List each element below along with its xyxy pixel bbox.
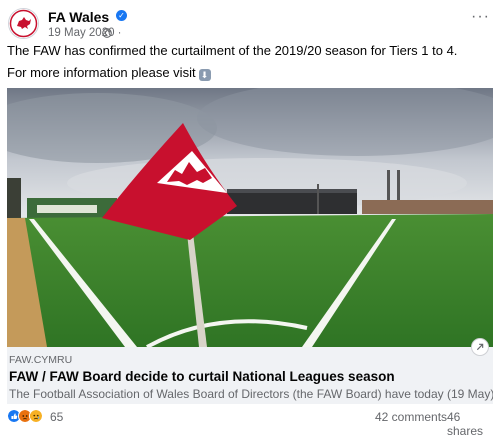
link-preview-caption[interactable]: FAW.CYMRU FAW / FAW Board decide to curt…	[7, 338, 493, 404]
post-header: FA Wales ✓ 19 May 2020 · ···	[8, 7, 494, 41]
reaction-count[interactable]: 65	[50, 410, 63, 424]
sad-reaction-icon	[29, 409, 43, 423]
post-text-visit: For more information please visit	[7, 65, 196, 80]
post-footer: 65 42 comments 46 shares	[7, 406, 493, 438]
post-text-line-2: For more information please visit ⬇	[7, 65, 211, 81]
down-arrow-emoji-icon: ⬇	[198, 69, 211, 81]
link-title[interactable]: FAW / FAW Board decide to curtail Nation…	[9, 369, 395, 384]
post-text-line-1: The FAW has confirmed the curtailment of…	[7, 43, 458, 58]
faw-logo-icon	[9, 9, 38, 38]
link-description: The Football Association of Wales Board …	[9, 387, 493, 401]
link-expand-icon[interactable]	[471, 338, 489, 356]
page-avatar[interactable]	[8, 8, 39, 39]
globe-icon	[102, 28, 112, 38]
page-name-link[interactable]: FA Wales	[48, 9, 109, 25]
link-preview-image[interactable]	[7, 88, 493, 347]
comments-count[interactable]: 42 comments	[375, 410, 447, 424]
link-domain: FAW.CYMRU	[9, 354, 73, 366]
verified-badge-icon: ✓	[116, 10, 127, 21]
shares-count[interactable]: 46 shares	[447, 410, 493, 438]
more-options-icon[interactable]: ···	[471, 9, 490, 25]
